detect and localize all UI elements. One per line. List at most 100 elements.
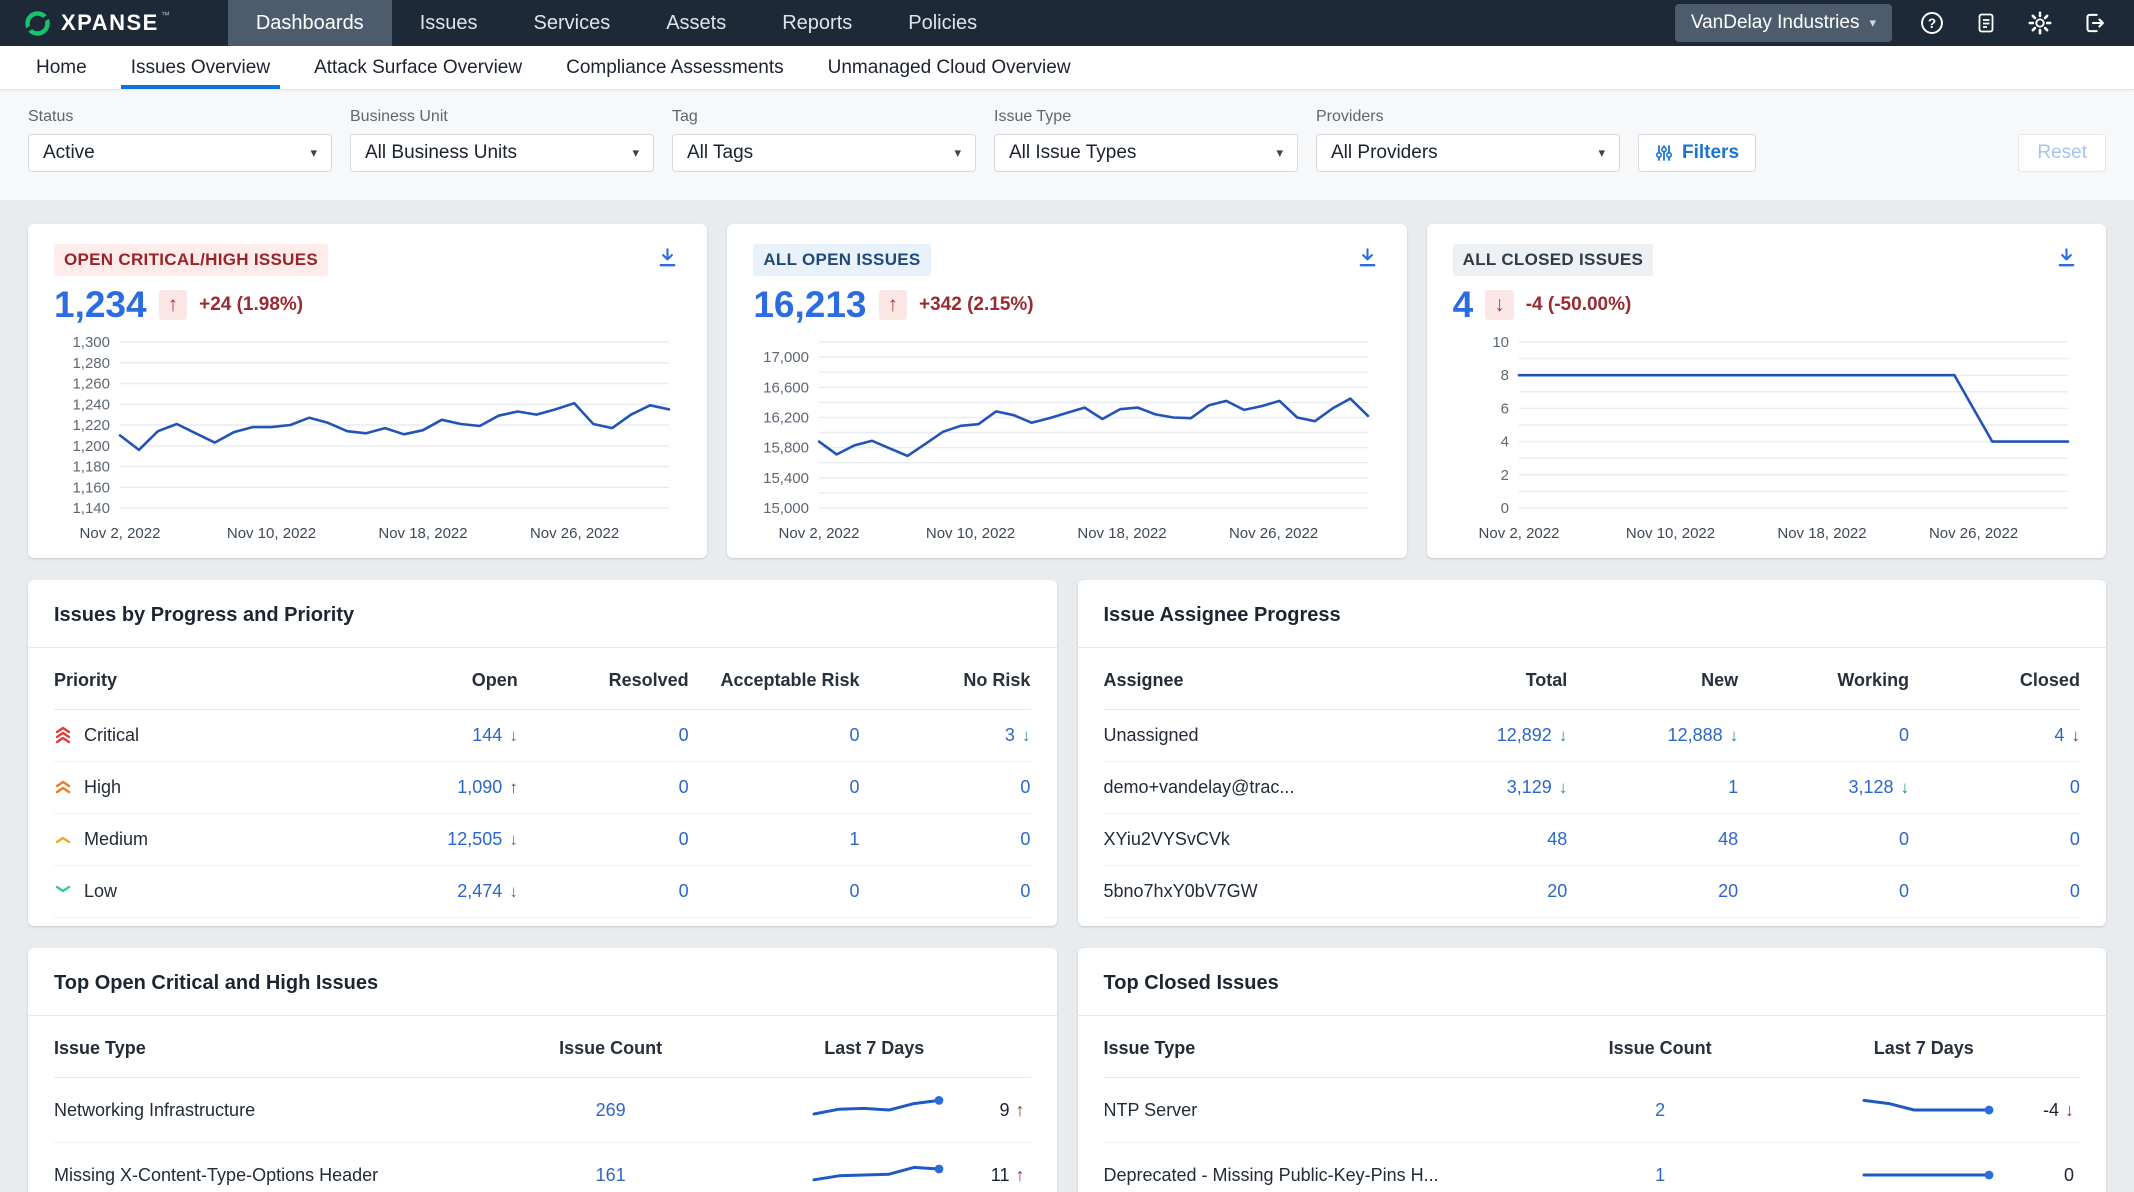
table-row: Networking Infrastructure 269 9↑ (54, 1078, 1031, 1143)
issue-type-label: NTP Server (1104, 1100, 1198, 1121)
trend-arrow-up-icon: ↑ (1015, 1165, 1024, 1185)
value-link[interactable]: 3,129 (1507, 777, 1552, 797)
value-link[interactable]: 4 (2054, 725, 2064, 745)
svg-text:10: 10 (1492, 334, 1509, 351)
selected-value: All Issue Types (1009, 142, 1136, 164)
trend-arrow-down-icon: ↓ (509, 726, 518, 745)
tag-select[interactable]: All Tags ▾ (672, 134, 976, 172)
row-label: XYiu2VYSvCVk (1104, 829, 1230, 850)
issue-type-select[interactable]: All Issue Types ▾ (994, 134, 1298, 172)
card-title: Issues by Progress and Priority (28, 580, 1057, 648)
issue-type-label: Deprecated - Missing Public-Key-Pins H..… (1104, 1165, 1439, 1186)
value-link[interactable]: 1 (850, 829, 860, 849)
business-unit-select[interactable]: All Business Units ▾ (350, 134, 654, 172)
issues-by-progress-table: PriorityOpenResolvedAcceptable RiskNo Ri… (28, 648, 1057, 926)
issue-count-link[interactable]: 269 (596, 1100, 626, 1120)
value-link[interactable]: 0 (850, 881, 860, 901)
chevron-down-icon: ▾ (632, 145, 639, 161)
download-button[interactable] (2053, 244, 2080, 274)
value-link[interactable]: 1 (1728, 777, 1738, 797)
kpi-trend-pill: ↑ (879, 290, 908, 320)
value-link[interactable]: 3 (1005, 725, 1015, 745)
filter-group-status: Status Active ▾ (28, 108, 332, 172)
filters-button-label: Filters (1682, 142, 1739, 164)
release-notes-button[interactable] (1972, 9, 2000, 37)
value-link[interactable]: 12,888 (1668, 725, 1723, 745)
logout-button[interactable] (2080, 9, 2108, 37)
value-link[interactable]: 0 (679, 829, 689, 849)
value-link[interactable]: 0 (679, 881, 689, 901)
svg-text:6: 6 (1500, 400, 1508, 417)
value-link[interactable]: 0 (1899, 881, 1909, 901)
value-link[interactable]: 12,892 (1497, 725, 1552, 745)
value-link[interactable]: 0 (1020, 777, 1030, 797)
nav-item-reports[interactable]: Reports (754, 0, 880, 46)
nav-item-policies[interactable]: Policies (880, 0, 1005, 46)
value-link[interactable]: 144 (472, 725, 502, 745)
value-link[interactable]: 2,474 (457, 881, 502, 901)
row-label: Critical (84, 725, 139, 746)
help-button[interactable]: ? (1918, 9, 1946, 37)
svg-text:1,220: 1,220 (72, 417, 110, 434)
nav-item-assets[interactable]: Assets (638, 0, 754, 46)
value-link[interactable]: 0 (1899, 725, 1909, 745)
nav-item-services[interactable]: Services (506, 0, 639, 46)
tab-compliance-assessments[interactable]: Compliance Assessments (544, 46, 806, 89)
value-link[interactable]: 0 (2070, 829, 2080, 849)
value-link[interactable]: 0 (2070, 777, 2080, 797)
card-title: Top Closed Issues (1078, 948, 2107, 1016)
status-select[interactable]: Active ▾ (28, 134, 332, 172)
sparkline (1859, 1093, 1994, 1127)
value-link[interactable]: 0 (850, 777, 860, 797)
issue-count-link[interactable]: 2 (1655, 1100, 1665, 1120)
column-header: Total (1396, 670, 1567, 691)
value-link[interactable]: 3,128 (1849, 777, 1894, 797)
value-link[interactable]: 0 (850, 725, 860, 745)
value-link[interactable]: 0 (1020, 829, 1030, 849)
value-link[interactable]: 48 (1718, 829, 1738, 849)
account-menu-button[interactable]: VanDelay Industries ▾ (1675, 4, 1892, 42)
value-link[interactable]: 0 (679, 725, 689, 745)
tab-attack-surface-overview[interactable]: Attack Surface Overview (292, 46, 544, 89)
kpi-delta: +24 (1.98%) (199, 294, 303, 316)
svg-text:Nov 26, 2022: Nov 26, 2022 (1929, 525, 2018, 542)
value-link[interactable]: 0 (679, 777, 689, 797)
tab-home[interactable]: Home (14, 46, 109, 89)
svg-text:Nov 2, 2022: Nov 2, 2022 (1478, 525, 1559, 542)
table-row: Unassigned 12,892↓12,888↓04↓ (1104, 710, 2081, 762)
issue-count-link[interactable]: 1 (1655, 1165, 1665, 1185)
value-link[interactable]: 12,505 (447, 829, 502, 849)
value-link[interactable]: 20 (1547, 881, 1567, 901)
help-icon: ? (1919, 10, 1945, 36)
table-row: Deprecated - Missing Public-Key-Pins H..… (1104, 1143, 2081, 1192)
tab-issues-overview[interactable]: Issues Overview (109, 46, 292, 89)
providers-select[interactable]: All Providers ▾ (1316, 134, 1620, 172)
logout-icon (2081, 10, 2107, 36)
value-link[interactable]: 20 (1718, 881, 1738, 901)
selected-value: All Providers (1331, 142, 1438, 164)
issue-assignee-table: AssigneeTotalNewWorkingClosed Unassigned… (1078, 648, 2107, 926)
row-label: Unassigned (1104, 725, 1199, 746)
tab-unmanaged-cloud-overview[interactable]: Unmanaged Cloud Overview (806, 46, 1093, 89)
svg-text:8: 8 (1500, 367, 1508, 384)
value-link[interactable]: 0 (1020, 881, 1030, 901)
value-link[interactable]: 0 (1899, 829, 1909, 849)
nav-item-dashboards[interactable]: Dashboards (228, 0, 392, 46)
row-label: 5bno7hxY0bV7GW (1104, 881, 1258, 902)
card-title: Issue Assignee Progress (1078, 580, 2107, 648)
sparkline (809, 1158, 944, 1192)
reset-button[interactable]: Reset (2018, 134, 2106, 172)
nav-item-issues[interactable]: Issues (392, 0, 506, 46)
issue-count-link[interactable]: 161 (596, 1165, 626, 1185)
filter-label: Status (28, 108, 332, 126)
svg-text:16,200: 16,200 (763, 410, 809, 427)
value-link[interactable]: 0 (2070, 881, 2080, 901)
download-button[interactable] (654, 244, 681, 274)
settings-button[interactable] (2026, 9, 2054, 37)
value-link[interactable]: 48 (1547, 829, 1567, 849)
kpi-value: 16,213 (753, 284, 866, 326)
table-row: XYiu2VYSvCVk 48 48 0 0 (1104, 814, 2081, 866)
value-link[interactable]: 1,090 (457, 777, 502, 797)
filters-button[interactable]: Filters (1638, 134, 1756, 172)
download-button[interactable] (1354, 244, 1381, 274)
